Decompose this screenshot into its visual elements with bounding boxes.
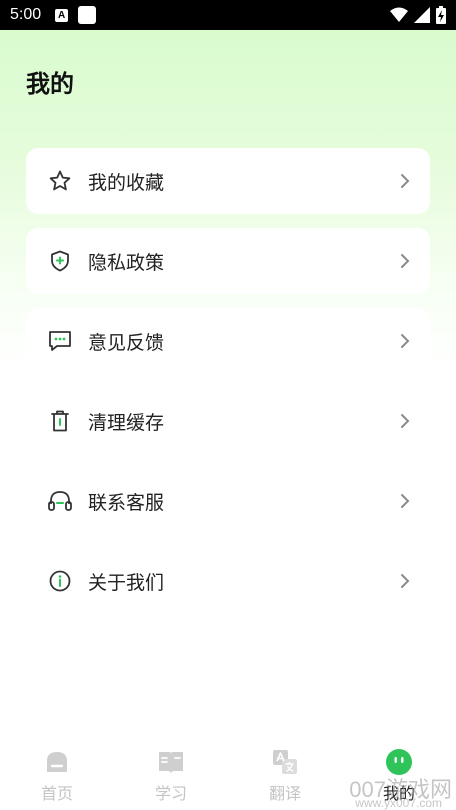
app-notification-icon: A [55,8,69,22]
menu-item-label: 意见反馈 [88,331,165,354]
signal-icon [414,7,430,23]
menu-item-about-us[interactable]: 关于我们 [26,548,430,614]
chevron-right-icon [400,572,414,590]
menu-item-label: 清理缓存 [88,411,165,434]
menu-item-feedback[interactable]: 意见反馈 [26,308,430,374]
message-icon [47,328,73,354]
book-icon [157,748,185,776]
tab-translate[interactable]: 翻译 [228,740,342,810]
menu-item-privacy-policy[interactable]: 隐私政策 [26,228,430,294]
watermark-url: www.yx007.com [355,796,442,810]
status-notification-icons: A [55,6,97,24]
status-system-icons [390,6,446,24]
wifi-icon [390,7,408,22]
chevron-right-icon [400,412,414,430]
tab-study[interactable]: 学习 [114,740,228,810]
status-bar: 5:00 A [0,0,456,30]
tab-label: 首页 [40,784,73,803]
tab-label: 翻译 [268,784,301,803]
square-notification-icon [78,6,97,24]
page-title: 我的 [26,70,74,98]
chevron-right-icon [400,492,414,510]
menu-item-customer-service[interactable]: 联系客服 [26,468,430,534]
menu-item-label: 我的收藏 [88,171,165,194]
translate-icon [271,748,299,776]
star-icon [47,168,73,194]
menu-item-label: 联系客服 [88,491,165,514]
battery-charging-icon [436,6,446,24]
home-icon [43,748,71,776]
status-time: 5:00 [10,6,42,23]
info-icon [47,568,73,594]
chevron-right-icon [400,332,414,350]
chevron-right-icon [400,252,414,270]
menu-item-label: 隐私政策 [88,251,165,274]
tab-label: 学习 [154,784,187,803]
menu-item-clear-cache[interactable]: 清理缓存 [26,388,430,454]
menu-item-favorites[interactable]: 我的收藏 [26,148,430,214]
shield-icon [47,248,73,274]
chevron-right-icon [400,172,414,190]
headset-icon [47,488,73,514]
trash-icon [47,408,73,434]
tab-home[interactable]: 首页 [0,740,114,810]
menu-item-label: 关于我们 [88,571,165,594]
